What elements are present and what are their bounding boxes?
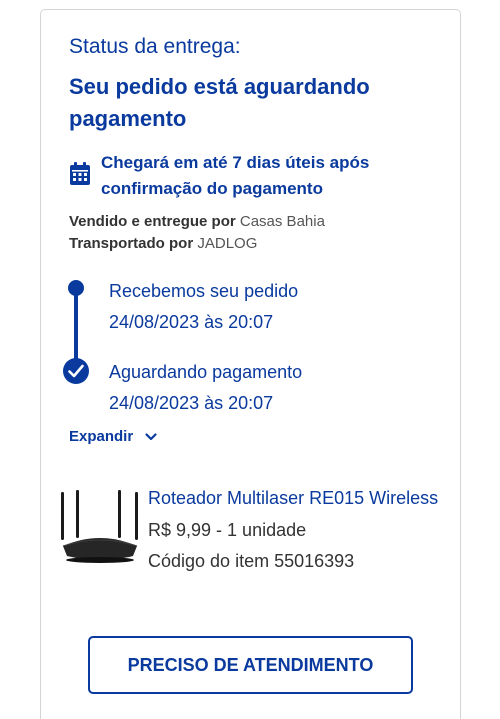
shipped-by-row: Transportado por JADLOG	[69, 233, 325, 255]
timeline-step: Recebemos seu pedido 24/08/2023 às 20:07	[109, 276, 298, 338]
delivery-estimate: Chegará em até 7 dias úteis após confirm…	[69, 150, 439, 202]
seller-info: Vendido e entregue por Casas Bahia Trans…	[69, 211, 325, 255]
router-image	[61, 490, 138, 563]
order-status-card: Status da entrega: Seu pedido está aguar…	[40, 9, 461, 719]
chevron-down-icon	[145, 432, 157, 440]
timeline-step-label: Aguardando pagamento	[109, 362, 303, 382]
product-item[interactable]: Roteador Multilaser RE015 Wireless R$ 9,…	[59, 480, 454, 580]
sold-by-row: Vendido e entregue por Casas Bahia	[69, 211, 325, 233]
check-circle-icon	[63, 358, 89, 384]
product-code: Código do item 55016393	[148, 551, 355, 571]
expand-label: Expandir	[69, 428, 134, 445]
order-timeline: Recebemos seu pedido 24/08/2023 às 20:07…	[63, 272, 443, 422]
status-label: Status da entrega:	[69, 35, 241, 58]
timeline-dot-icon	[68, 280, 84, 296]
status-title: Seu pedido está aguardando pagamento	[69, 74, 370, 131]
shipped-by-label: Transportado por	[69, 235, 194, 252]
calendar-icon	[70, 162, 90, 185]
sold-by-value: Casas Bahia	[239, 213, 325, 230]
delivery-text: Chegará em até 7 dias úteis após confirm…	[101, 153, 370, 198]
timeline-step-date: 24/08/2023 às 20:07	[109, 393, 274, 413]
timeline-step: Aguardando pagamento 24/08/2023 às 20:07	[109, 357, 302, 419]
product-price: R$ 9,99 - 1 unidade	[148, 520, 307, 540]
expand-button[interactable]: Expandir	[69, 428, 157, 445]
timeline-step-date: 24/08/2023 às 20:07	[109, 312, 274, 332]
shipped-by-value: JADLOG	[197, 235, 258, 252]
timeline-step-label: Recebemos seu pedido	[109, 281, 299, 301]
sold-by-label: Vendido e entregue por	[69, 213, 236, 230]
product-name-link[interactable]: Roteador Multilaser RE015 Wireless	[148, 488, 448, 509]
request-support-button[interactable]: PRECISO DE ATENDIMENTO	[88, 636, 413, 694]
